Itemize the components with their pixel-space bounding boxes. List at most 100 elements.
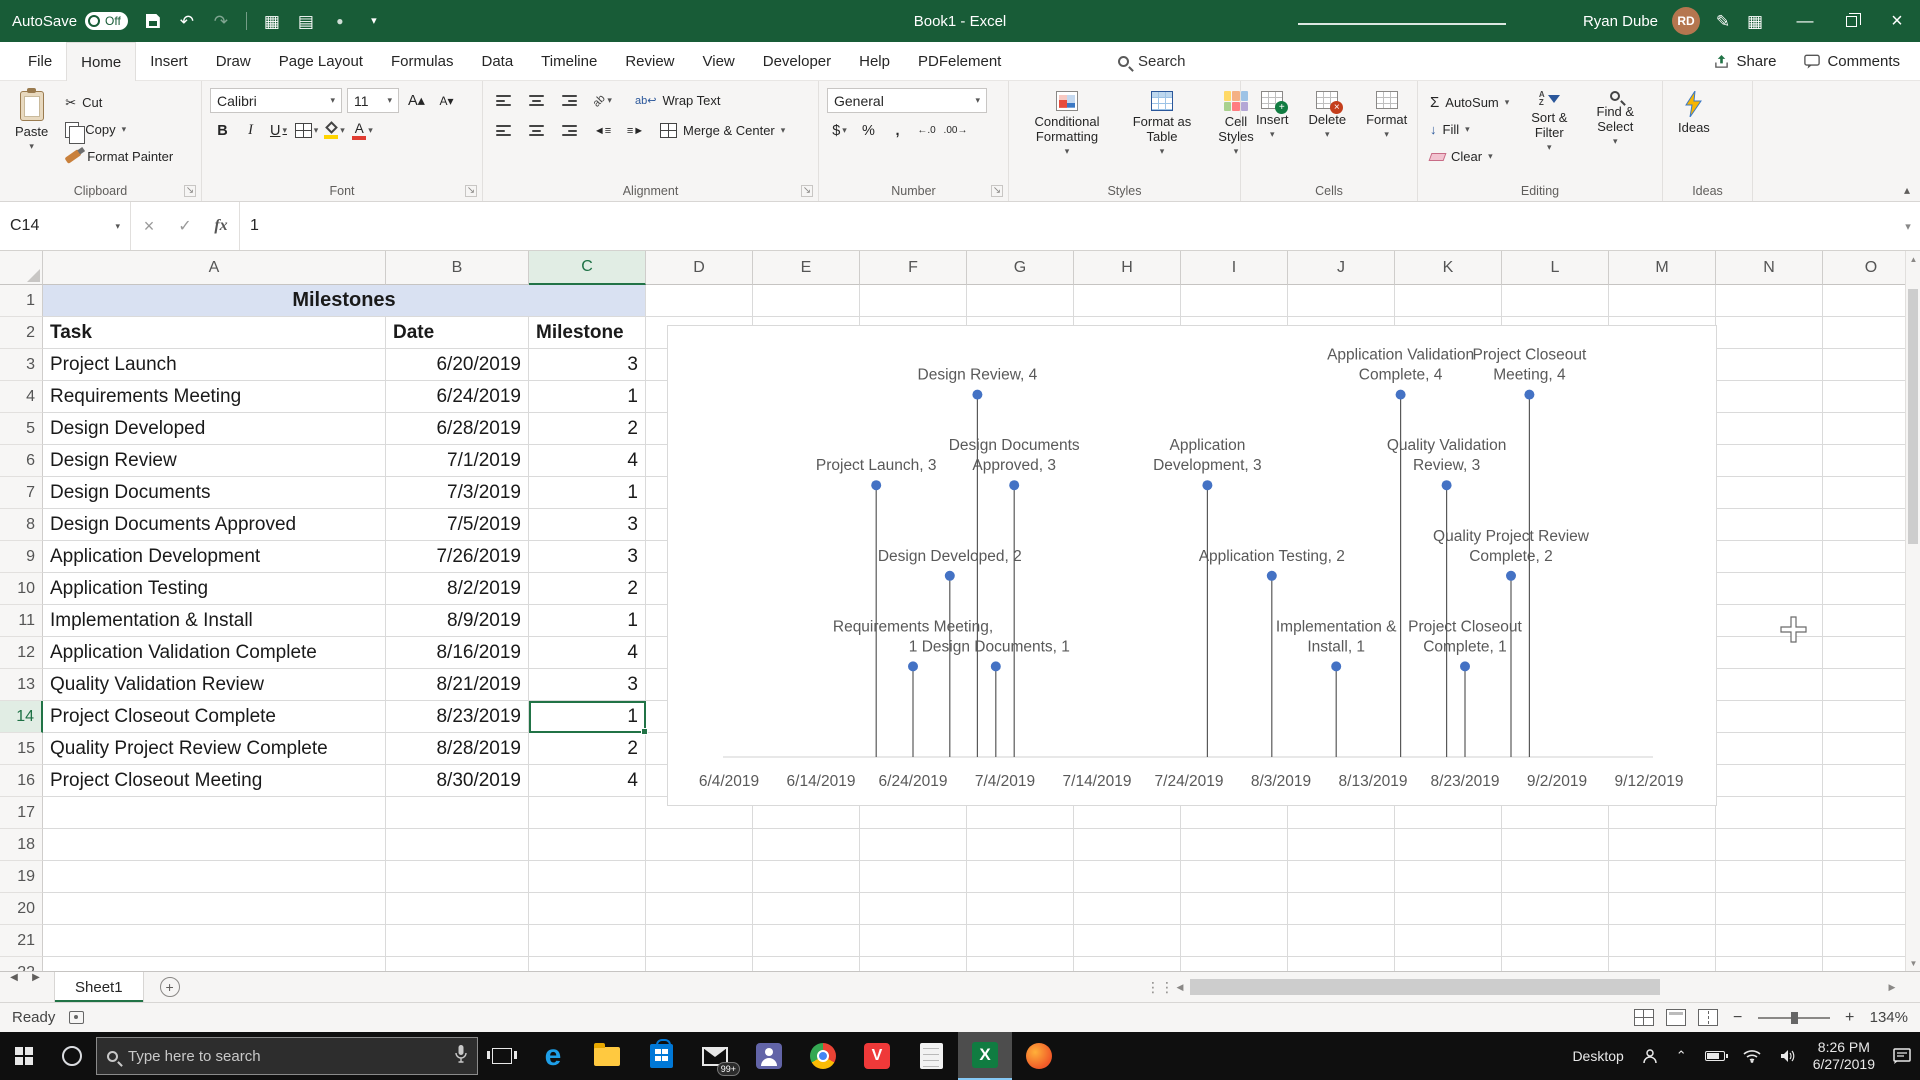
column-header-C[interactable]: C xyxy=(529,251,646,285)
align-left-button[interactable] xyxy=(491,118,516,143)
row-header-9[interactable]: 9 xyxy=(0,541,43,573)
column-header-E[interactable]: E xyxy=(753,251,860,285)
pen-icon[interactable]: ✎ xyxy=(1714,10,1732,32)
row-header-6[interactable]: 6 xyxy=(0,445,43,477)
cell-E20[interactable] xyxy=(753,893,860,925)
show-desktop-label[interactable]: Desktop xyxy=(1563,1032,1632,1080)
start-button[interactable] xyxy=(0,1032,48,1080)
cell-B16[interactable]: 8/30/2019 xyxy=(386,765,529,797)
wrap-text-button[interactable]: ab↩ Wrap Text xyxy=(631,88,725,113)
conditional-formatting-button[interactable]: Conditional Formatting ▾ xyxy=(1017,88,1117,159)
row-header-15[interactable]: 15 xyxy=(0,733,43,765)
column-header-K[interactable]: K xyxy=(1395,251,1502,285)
microphone-icon[interactable] xyxy=(455,1045,467,1067)
tab-file[interactable]: File xyxy=(14,42,66,80)
row-header-13[interactable]: 13 xyxy=(0,669,43,701)
next-sheet-arrow-icon[interactable]: ▶ xyxy=(24,972,48,983)
select-all-corner[interactable] xyxy=(0,251,43,285)
cell-A19[interactable] xyxy=(43,861,386,893)
sort-filter-button[interactable]: AZ Sort & Filter ▾ xyxy=(1519,88,1579,155)
cell-A6[interactable]: Design Review xyxy=(43,445,386,477)
orientation-button[interactable]: ab ▾ xyxy=(590,88,615,113)
cell-M22[interactable] xyxy=(1609,957,1716,971)
cell-J20[interactable] xyxy=(1288,893,1395,925)
cell-A12[interactable]: Application Validation Complete xyxy=(43,637,386,669)
cell-M20[interactable] xyxy=(1609,893,1716,925)
cell-B6[interactable]: 7/1/2019 xyxy=(386,445,529,477)
cell-A2[interactable]: Task xyxy=(43,317,386,349)
cell-N5[interactable] xyxy=(1716,413,1823,445)
cancel-entry-button[interactable]: × xyxy=(131,202,167,250)
ideas-button[interactable]: Ideas xyxy=(1671,88,1717,138)
cell-B12[interactable]: 8/16/2019 xyxy=(386,637,529,669)
cell-N13[interactable] xyxy=(1716,669,1823,701)
tab-formulas[interactable]: Formulas xyxy=(377,42,468,80)
cell-A13[interactable]: Quality Validation Review xyxy=(43,669,386,701)
tab-pdfelement[interactable]: PDFelement xyxy=(904,42,1015,80)
chart-point-requirements-meeting[interactable] xyxy=(908,661,918,672)
cell-L18[interactable] xyxy=(1502,829,1609,861)
cell-B22[interactable] xyxy=(386,957,529,971)
cell-B5[interactable]: 6/28/2019 xyxy=(386,413,529,445)
cell-I22[interactable] xyxy=(1181,957,1288,971)
decrease-decimal-button[interactable]: .00→ xyxy=(943,118,968,143)
ribbon-display-icon[interactable]: ▦ xyxy=(1746,10,1764,32)
cell-D22[interactable] xyxy=(646,957,753,971)
increase-font-size-button[interactable]: A▴ xyxy=(404,88,429,113)
close-button[interactable]: × xyxy=(1874,0,1920,42)
column-header-J[interactable]: J xyxy=(1288,251,1395,285)
zoom-out-button[interactable]: − xyxy=(1730,1009,1746,1027)
table-borders-icon[interactable]: ▤ xyxy=(297,10,315,32)
chart-point-application-validation-complete[interactable] xyxy=(1395,389,1406,400)
cell-I20[interactable] xyxy=(1181,893,1288,925)
zoom-slider[interactable] xyxy=(1757,1011,1830,1024)
taskbar-edge[interactable]: e xyxy=(526,1032,580,1080)
cell-C14[interactable]: 1 xyxy=(529,701,646,733)
scroll-up-arrow-icon[interactable]: ▲ xyxy=(1906,251,1920,267)
taskbar-search-box[interactable]: Type here to search xyxy=(96,1037,478,1075)
row-header-16[interactable]: 16 xyxy=(0,765,43,797)
cell-N22[interactable] xyxy=(1716,957,1823,971)
vertical-scrollbar-thumb[interactable] xyxy=(1908,289,1918,544)
cell-B13[interactable]: 8/21/2019 xyxy=(386,669,529,701)
column-header-I[interactable]: I xyxy=(1181,251,1288,285)
cell-M19[interactable] xyxy=(1609,861,1716,893)
tab-help[interactable]: Help xyxy=(845,42,904,80)
cell-D20[interactable] xyxy=(646,893,753,925)
column-header-N[interactable]: N xyxy=(1716,251,1823,285)
cell-C4[interactable]: 1 xyxy=(529,381,646,413)
cell-C5[interactable]: 2 xyxy=(529,413,646,445)
cell-N8[interactable] xyxy=(1716,509,1823,541)
cell-E1[interactable] xyxy=(753,285,860,317)
cell-M21[interactable] xyxy=(1609,925,1716,957)
undo-icon[interactable]: ↶ xyxy=(178,10,196,32)
taskbar-vivaldi[interactable]: V xyxy=(850,1032,904,1080)
alignment-dialog-launcher[interactable]: ↘ xyxy=(801,185,813,197)
cell-B8[interactable]: 7/5/2019 xyxy=(386,509,529,541)
cell-C19[interactable] xyxy=(529,861,646,893)
column-header-H[interactable]: H xyxy=(1074,251,1181,285)
autosave-toggle[interactable]: AutoSave Off xyxy=(12,12,128,30)
taskbar-pdfelement[interactable] xyxy=(1012,1032,1066,1080)
decrease-indent-button[interactable]: ◄≡ xyxy=(590,118,615,143)
cell-N15[interactable] xyxy=(1716,733,1823,765)
cell-C9[interactable]: 3 xyxy=(529,541,646,573)
italic-button[interactable]: I xyxy=(238,118,263,143)
new-sheet-button[interactable]: + xyxy=(159,977,180,997)
cell-N16[interactable] xyxy=(1716,765,1823,797)
chart-point-quality-validation-review[interactable] xyxy=(1441,480,1452,491)
row-header-12[interactable]: 12 xyxy=(0,637,43,669)
cell-A20[interactable] xyxy=(43,893,386,925)
cell-B15[interactable]: 8/28/2019 xyxy=(386,733,529,765)
cell-L19[interactable] xyxy=(1502,861,1609,893)
cell-A10[interactable]: Application Testing xyxy=(43,573,386,605)
save-icon[interactable] xyxy=(144,10,162,32)
font-dialog-launcher[interactable]: ↘ xyxy=(465,185,477,197)
clear-button[interactable]: Clear ▾ xyxy=(1426,144,1513,169)
row-header-14[interactable]: 14 xyxy=(0,701,43,733)
cell-F1[interactable] xyxy=(860,285,967,317)
cell-F20[interactable] xyxy=(860,893,967,925)
decrease-font-size-button[interactable]: A▾ xyxy=(434,88,459,113)
fill-button[interactable]: ↓ Fill ▾ xyxy=(1426,117,1513,142)
taskbar-notes[interactable] xyxy=(904,1032,958,1080)
